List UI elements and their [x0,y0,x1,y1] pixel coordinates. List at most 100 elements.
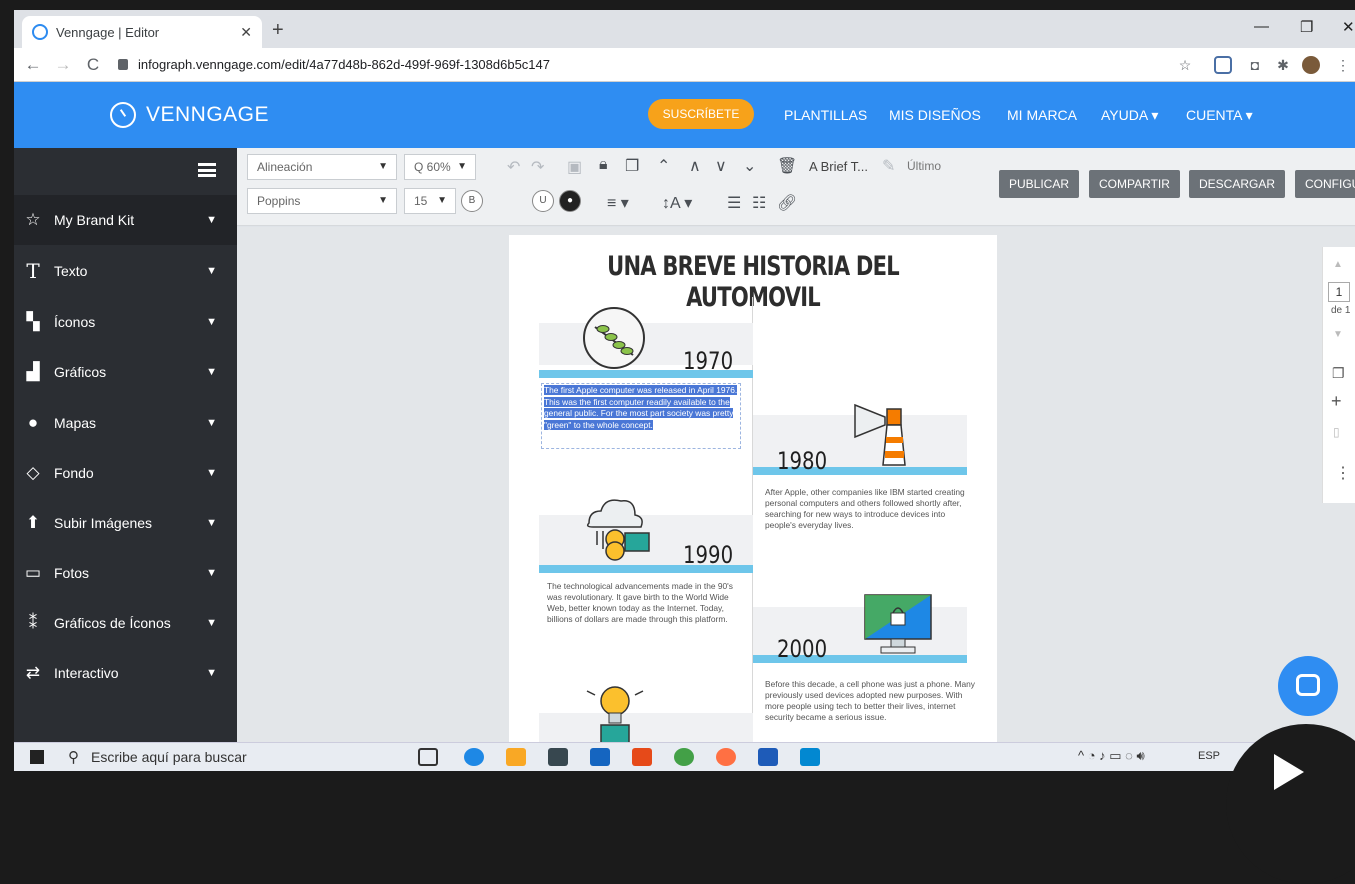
text-spacing-icon[interactable]: ↕A ▾ [662,193,692,213]
plant-globe-icon[interactable] [581,305,647,371]
send-to-back-icon[interactable]: ⌄ [743,156,756,176]
browser-tab[interactable]: Venngage | Editor ✕ [22,16,262,48]
profile-avatar[interactable] [1302,56,1320,74]
year-1980[interactable]: 1980 [777,447,827,475]
publish-button[interactable]: PUBLICAR [999,170,1080,198]
camera-extension-icon[interactable]: ◘ [1246,56,1264,74]
year-2000[interactable]: 2000 [777,635,827,663]
nav-cuenta[interactable]: CUENTA ▾ [1186,107,1253,124]
redo-icon[interactable]: ↷ [531,157,544,177]
bring-forward-icon[interactable]: ∧ [689,156,701,176]
movies-icon[interactable] [800,748,820,766]
task-view-icon[interactable] [418,748,438,766]
sidebar-item-iconos[interactable]: ▚ Íconos ▼ [14,297,237,347]
lock-element-icon[interactable]: 🔒︎ [599,156,608,174]
alignment-select[interactable]: Alineación ▼ [247,154,397,180]
sidebar-item-fondo[interactable]: ◇ Fondo ▼ [14,448,237,498]
duplicate-page-icon[interactable]: ❐ [1332,365,1345,382]
extensions-puzzle-icon[interactable]: ✱ [1274,56,1292,74]
sidebar-item-graficos[interactable]: ▟ Gráficos ▼ [14,347,237,397]
tab-strip: Venngage | Editor ✕ + — ❐ ✕ [14,10,1355,48]
infographic-title[interactable]: UNA BREVE HISTORIA DEL AUTOMOVIL [563,251,944,313]
nav-mi-marca[interactable]: MI MARCA [1007,107,1077,123]
font-select[interactable]: Poppins ▼ [247,188,397,214]
store-icon[interactable] [548,748,568,766]
infographic-page[interactable]: UNA BREVE HISTORIA DEL AUTOMOVIL 1970 Th… [509,235,997,745]
chrome-icon[interactable] [674,748,694,766]
delete-page-icon[interactable]: ▯ [1333,425,1340,439]
nav-ayuda[interactable]: AYUDA ▾ [1101,107,1158,124]
page-up-icon[interactable]: ▲ [1333,259,1343,270]
office-icon[interactable] [632,748,652,766]
year-1990[interactable]: 1990 [683,541,733,569]
nav-mis-disenos[interactable]: MIS DISEÑOS [889,107,981,123]
hamburger-menu-icon[interactable] [198,163,216,177]
text-color-button[interactable]: ● [559,190,581,212]
venngage-logo[interactable]: VENNGAGE [110,102,269,128]
selected-text-1970[interactable]: The first Apple computer was released in… [544,385,742,431]
delete-icon[interactable]: 🗑︎ [777,156,797,176]
download-button[interactable]: DESCARGAR [1189,170,1286,198]
file-explorer-icon[interactable] [506,748,526,766]
restore-icon[interactable]: ❐ [1300,18,1313,36]
duplicate-icon[interactable]: ❐ [625,156,639,176]
entry-text-1980[interactable]: After Apple, other companies like IBM st… [765,487,975,531]
edit-name-icon[interactable]: ✎ [882,156,895,176]
page-down-icon[interactable]: ▼ [1333,329,1343,340]
share-button[interactable]: COMPARTIR [1089,170,1180,198]
link-icon[interactable]: 🔗︎ [777,193,797,213]
bold-button[interactable]: B [461,190,483,212]
undo-icon[interactable]: ↶ [507,157,520,177]
word-icon[interactable] [758,748,778,766]
taskbar-search[interactable]: ⚲ Escribe aquí para buscar [68,748,247,766]
edge-icon[interactable] [464,748,484,766]
browser-menu-icon[interactable]: ⋮ [1334,56,1352,74]
bring-to-front-icon[interactable]: ⌃ [657,156,670,176]
url-field[interactable]: infograph.venngage.com/edit/4a77d48b-862… [118,57,550,72]
entry-text-2000[interactable]: Before this decade, a cell phone was jus… [765,679,977,723]
font-size-select[interactable]: 15 ▼ [404,188,456,214]
sidebar-item-my-brand-kit[interactable]: ☆ My Brand Kit ▼ [14,195,237,245]
system-tray[interactable]: ^ ◔ ♪ ▭ ◌ 🔊︎ [1078,748,1145,764]
document-name[interactable]: A Brief T... [809,159,868,174]
lightbulb-box-icon[interactable] [581,681,651,745]
nav-plantillas[interactable]: PLANTILLAS [784,107,867,123]
bookmark-star-icon[interactable]: ☆ [1176,56,1194,74]
numbered-list-icon[interactable]: ☷ [752,193,766,213]
text-align-icon[interactable]: ≡ ▾ [607,193,629,213]
reload-icon[interactable]: C [82,55,104,75]
entry-text-1990[interactable]: The technological advancements made in t… [547,581,743,625]
minimize-icon[interactable]: — [1254,18,1269,35]
group-icon[interactable]: ▣ [567,157,582,177]
year-1970[interactable]: 1970 [683,347,733,375]
send-backward-icon[interactable]: ∨ [715,156,727,176]
sidebar-item-mapas[interactable]: ● Mapas ▼ [14,398,237,448]
underline-button[interactable]: U [532,190,554,212]
app-icon[interactable] [716,748,736,766]
back-icon[interactable]: ← [22,55,44,75]
new-tab-icon[interactable]: + [272,19,284,42]
zoom-select[interactable]: Q 60% ▼ [404,154,476,180]
sidebar-item-subir-imagenes[interactable]: ⬆ Subir Imágenes ▼ [14,498,237,548]
bulleted-list-icon[interactable]: ☰ [727,193,741,213]
cast-icon[interactable] [1214,56,1232,74]
sidebar-item-fotos[interactable]: ▭ Fotos ▼ [14,548,237,598]
page-number-input[interactable]: 1 [1328,282,1350,302]
settings-button[interactable]: CONFIGUR [1295,170,1355,198]
subscribe-button[interactable]: SUSCRÍBETE [648,99,754,129]
add-page-icon[interactable]: + [1331,391,1342,412]
chat-launcher-button[interactable] [1278,656,1338,716]
cloud-money-icon[interactable] [579,491,655,567]
more-options-icon[interactable]: ⋮ [1335,463,1351,483]
sidebar-item-graficos-de-iconos[interactable]: ⁑ Gráficos de Íconos ▼ [14,598,237,648]
windows-start-icon[interactable] [30,750,44,764]
lighthouse-icon[interactable] [851,389,917,469]
sidebar-item-texto[interactable]: T Texto ▼ [14,246,237,296]
mail-icon[interactable] [590,748,610,766]
close-tab-icon[interactable]: ✕ [240,24,252,41]
sidebar-item-interactivo[interactable]: ⇄ Interactivo ▼ [14,648,237,698]
secure-monitor-icon[interactable] [861,591,937,661]
close-window-icon[interactable]: ✕ [1342,18,1355,36]
forward-icon[interactable]: → [52,55,74,75]
language-indicator[interactable]: ESP [1198,750,1220,762]
